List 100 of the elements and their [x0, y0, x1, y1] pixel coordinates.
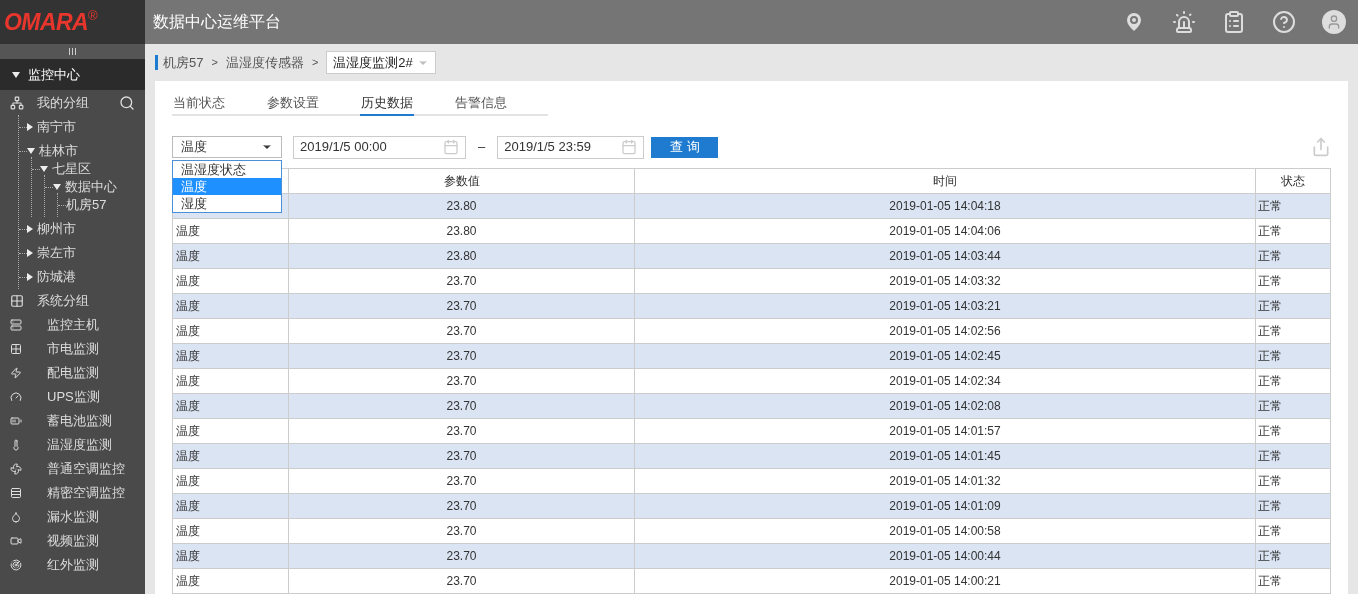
table-cell: 温度 [172, 518, 289, 543]
table-cell: 2019-01-05 14:03:44 [634, 243, 1256, 268]
tab[interactable]: 参数设置 [266, 93, 320, 116]
table-cell: 温度 [172, 343, 289, 368]
menu-item[interactable]: 普通空调监控 [47, 459, 125, 479]
table-cell: 23.70 [288, 468, 635, 493]
table-cell: 23.80 [288, 193, 635, 218]
start-date-field[interactable]: 2019/1/5 00:00 [293, 135, 466, 159]
bars-icon [69, 48, 76, 55]
tree-item[interactable]: 七星区 [52, 159, 91, 179]
table-cell: 23.80 [288, 218, 635, 243]
tab[interactable]: 告警信息 [454, 93, 508, 116]
table-cell: 温度 [172, 293, 289, 318]
radar-icon [10, 559, 22, 571]
table-cell: 2019-01-05 14:01:32 [634, 468, 1256, 493]
caret-right-icon[interactable] [27, 249, 33, 257]
table-cell: 正常 [1255, 543, 1331, 568]
breadcrumb-link[interactable]: 温湿度传感器 [225, 52, 304, 73]
menu-item[interactable]: 精密空调监控 [47, 483, 125, 503]
bolt-icon [10, 367, 22, 379]
fan-icon [10, 463, 22, 475]
table-cell: 温度 [172, 493, 289, 518]
table-cell: 温度 [172, 468, 289, 493]
table-cell: 2019-01-05 14:00:58 [634, 518, 1256, 543]
tree-item[interactable]: 数据中心 [65, 177, 117, 197]
cabinet-icon [10, 487, 22, 499]
menu-item[interactable]: 市电监测 [47, 339, 99, 359]
search-icon[interactable] [119, 95, 135, 111]
end-date-field[interactable]: 2019/1/5 23:59 [497, 135, 645, 159]
table-cell: 温度 [172, 368, 289, 393]
table-cell: 正常 [1255, 518, 1331, 543]
clipboard-icon[interactable] [1222, 10, 1246, 34]
table-cell: 23.70 [288, 318, 635, 343]
group-icon [10, 96, 24, 110]
collapse-handle[interactable] [0, 44, 145, 59]
table-cell: 温度 [172, 443, 289, 468]
type-select[interactable]: 温度 [172, 136, 282, 158]
table-cell: 2019-01-05 14:01:09 [634, 493, 1256, 518]
menu-item[interactable]: 温湿度监测 [47, 435, 112, 455]
tree-item[interactable]: 柳州市 [37, 219, 76, 239]
table-cell: 23.70 [288, 393, 635, 418]
table-cell: 2019-01-05 14:02:08 [634, 393, 1256, 418]
caret-right-icon[interactable] [27, 225, 33, 233]
help-icon[interactable] [1272, 10, 1296, 34]
table-cell: 正常 [1255, 243, 1331, 268]
table-cell: 23.70 [288, 568, 635, 593]
group-label[interactable]: 我的分组 [37, 93, 89, 113]
dropdown-option[interactable]: 湿度 [173, 195, 281, 212]
user-avatar[interactable] [1322, 10, 1346, 34]
query-button[interactable]: 查 询 [651, 136, 719, 158]
table-cell: 23.70 [288, 268, 635, 293]
table-cell: 温度 [172, 418, 289, 443]
column-header: 参数值 [288, 168, 635, 193]
table-cell: 23.70 [288, 518, 635, 543]
tree-item[interactable]: 桂林市 [39, 141, 78, 161]
tree-item[interactable]: 机房57 [66, 195, 107, 215]
menu-item[interactable]: 配电监测 [47, 363, 99, 383]
menu-item[interactable]: 漏水监测 [47, 507, 99, 527]
tree-item[interactable]: 崇左市 [37, 243, 76, 263]
section-header[interactable]: 监控中心 [0, 59, 145, 90]
server-icon [10, 319, 22, 331]
breadcrumb-separator: > [311, 55, 319, 71]
table-cell: 23.70 [288, 418, 635, 443]
caret-down-icon[interactable] [40, 166, 48, 172]
caret-down-icon[interactable] [27, 148, 35, 154]
table-cell: 正常 [1255, 218, 1331, 243]
caret-down-icon[interactable] [12, 71, 20, 78]
menu-item[interactable]: 视频监测 [47, 531, 99, 551]
device-dropdown[interactable]: 温湿度监测2# [326, 51, 436, 74]
column-header: 时间 [634, 168, 1256, 193]
caret-down-icon[interactable] [53, 184, 61, 190]
dropdown-option[interactable]: 温湿度状态 [173, 161, 281, 178]
table-cell: 2019-01-05 14:01:57 [634, 418, 1256, 443]
table-cell: 23.70 [288, 293, 635, 318]
table-cell: 2019-01-05 14:03:32 [634, 268, 1256, 293]
table-cell: 23.70 [288, 493, 635, 518]
table-cell: 23.70 [288, 343, 635, 368]
table-cell: 2019-01-05 14:04:18 [634, 193, 1256, 218]
breadcrumb-separator: > [211, 55, 218, 71]
menu-item[interactable]: UPS监测 [47, 387, 100, 407]
menu-item[interactable]: 红外监测 [47, 555, 99, 575]
caret-right-icon[interactable] [27, 123, 33, 131]
siren-icon[interactable] [1172, 10, 1196, 34]
tree-item[interactable]: 南宁市 [37, 117, 76, 137]
menu-item[interactable]: 蓄电池监测 [47, 411, 112, 431]
table-cell: 2019-01-05 14:02:34 [634, 368, 1256, 393]
menu-item[interactable]: 监控主机 [47, 315, 99, 335]
table-cell: 正常 [1255, 368, 1331, 393]
table-cell: 2019-01-05 14:03:21 [634, 293, 1256, 318]
caret-right-icon[interactable] [27, 273, 33, 281]
breadcrumb-link[interactable]: 机房57 [163, 52, 204, 73]
tab[interactable]: 当前状态 [172, 93, 226, 116]
group-label[interactable]: 系统分组 [37, 291, 89, 311]
tree-item[interactable]: 防城港 [37, 267, 76, 287]
table-cell: 正常 [1255, 393, 1331, 418]
table-cell: 23.70 [288, 543, 635, 568]
table-cell: 温度 [172, 543, 289, 568]
tab[interactable]: 历史数据 [360, 93, 414, 116]
table-cell: 正常 [1255, 343, 1331, 368]
table-cell: 2019-01-05 14:01:45 [634, 443, 1256, 468]
